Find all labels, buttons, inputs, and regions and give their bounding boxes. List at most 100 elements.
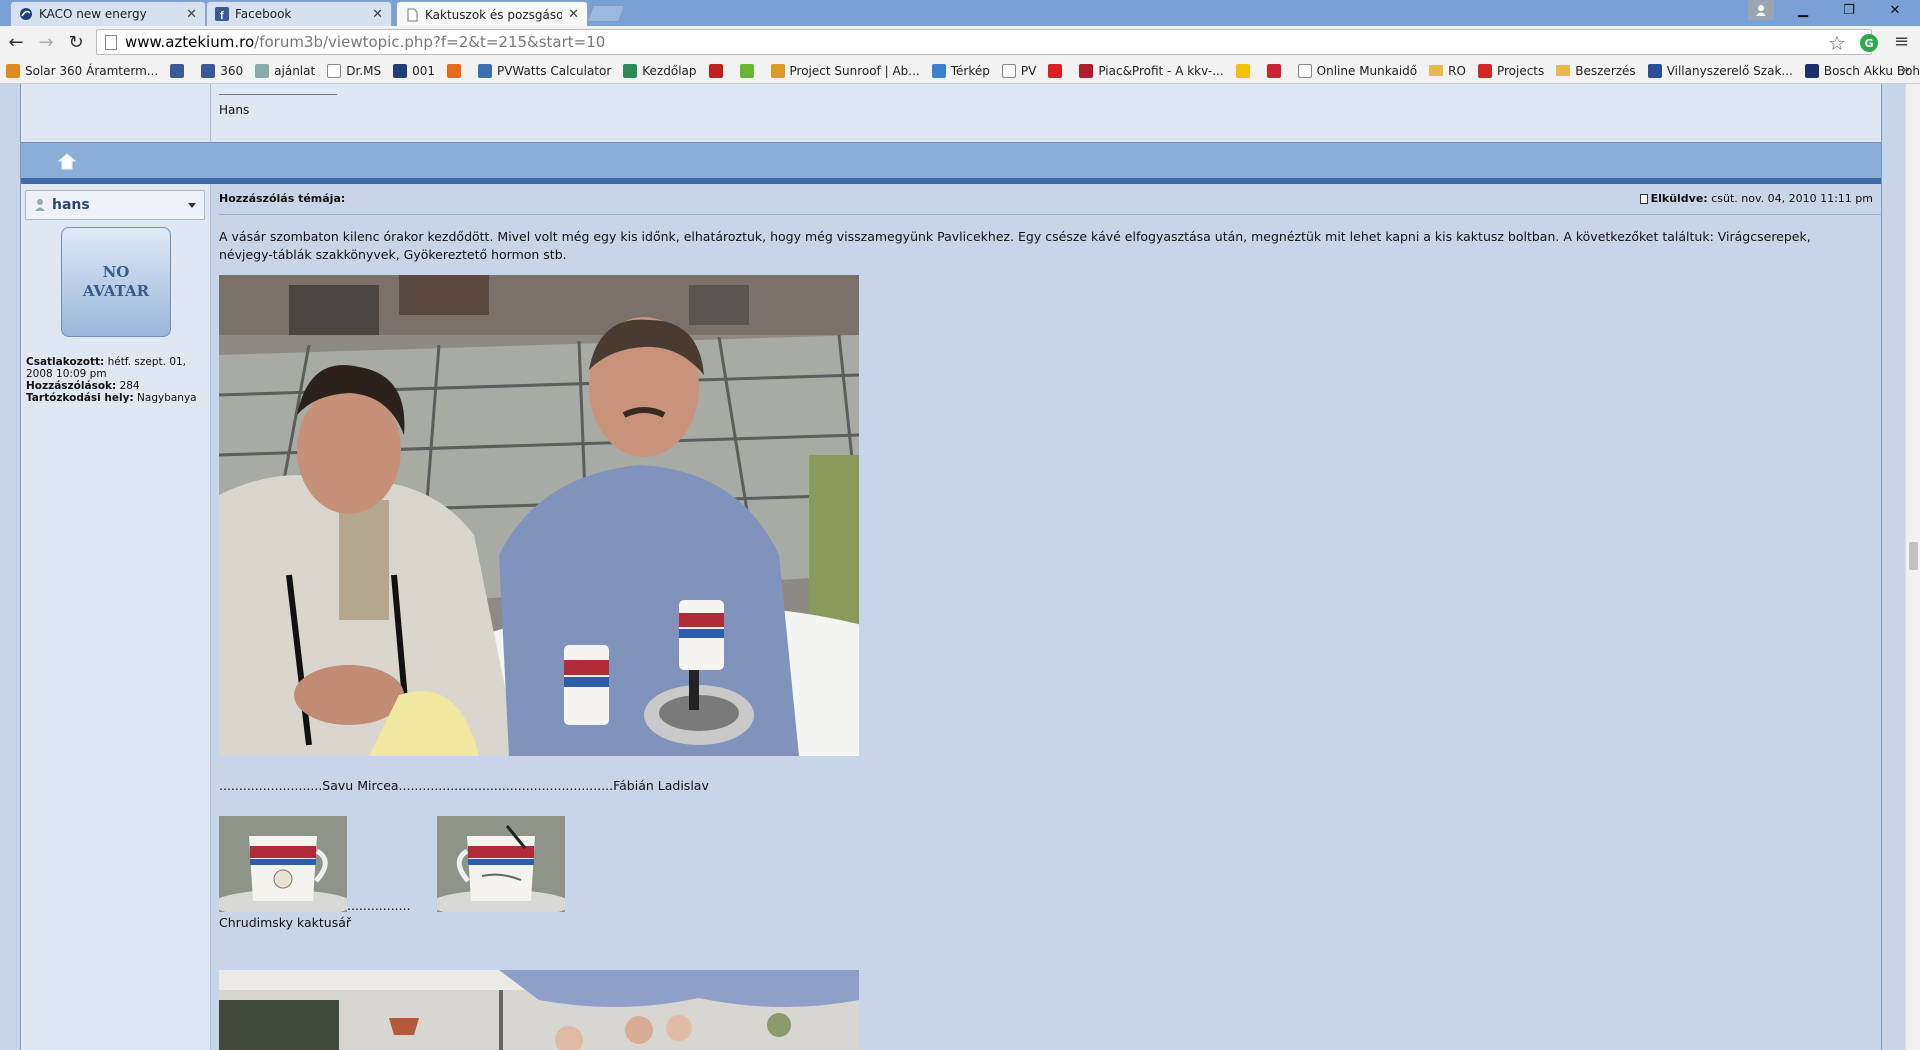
photo-two-men-coffee[interactable] xyxy=(219,275,859,756)
eye-icon xyxy=(1477,63,1492,78)
bookmark-item[interactable] xyxy=(739,63,759,78)
bookmark-label: Térkép xyxy=(950,63,990,78)
bookmark-star-icon[interactable]: ☆ xyxy=(1828,31,1846,55)
bookmark-item[interactable]: PVWatts Calculator xyxy=(477,63,611,78)
tab-label: KACO new energy xyxy=(39,7,147,21)
reload-icon[interactable]: ↻ xyxy=(64,30,88,54)
posts-label: Hozzászólások: xyxy=(26,380,117,392)
browser-toolbar: ← → ↻ www.aztekium.ro/forum3b/viewtopic.… xyxy=(0,26,1920,58)
bookmark-label: Kezdőlap xyxy=(642,63,697,78)
photo-mug-back[interactable] xyxy=(437,816,565,912)
photo-caption: ..........................Savu Mircea...… xyxy=(219,778,709,793)
p-icon xyxy=(1048,63,1063,78)
extension-icon[interactable]: G xyxy=(1860,34,1878,52)
bookmark-item[interactable] xyxy=(708,63,728,78)
back-icon[interactable]: ← xyxy=(4,30,28,54)
page-icon xyxy=(105,34,117,50)
map-icon xyxy=(931,63,946,78)
page-scrollbar[interactable] xyxy=(1905,84,1920,1050)
username: hans xyxy=(52,197,90,213)
location-value: Nagybanya xyxy=(137,392,197,404)
pacman-icon xyxy=(1235,63,1250,78)
url-path: /forum3b/viewtopic.php?f=2&t=215&start=1… xyxy=(254,33,606,51)
search-icon xyxy=(770,63,785,78)
tab-kaktuszok[interactable]: Kaktuszok és pozsgások - ✕ xyxy=(396,1,588,27)
post-divider xyxy=(219,214,1881,215)
bookmark-item[interactable] xyxy=(1235,63,1255,78)
window-close-icon[interactable]: ✕ xyxy=(1872,0,1918,20)
bookmark-item[interactable] xyxy=(1266,63,1286,78)
bookmark-label: PV xyxy=(1020,63,1037,78)
bookmark-item[interactable]: 360 xyxy=(201,63,244,78)
bookmark-item[interactable]: Piac&Profit - A kkv-... xyxy=(1079,63,1224,78)
kaco-icon xyxy=(393,63,408,78)
bookmark-item[interactable]: Kezdőlap xyxy=(623,63,697,78)
bookmark-item[interactable]: PV xyxy=(1001,63,1037,78)
vf-icon xyxy=(1647,63,1662,78)
photo-cactus-shop[interactable] xyxy=(219,970,859,1050)
bookmark-item[interactable]: Online Munkaidő xyxy=(1297,63,1418,78)
post-separator-bar xyxy=(21,142,1881,180)
bookmark-item[interactable]: RO xyxy=(1429,64,1466,78)
page-icon xyxy=(1297,63,1312,78)
photo-mug-front[interactable] xyxy=(219,816,347,912)
restore-icon[interactable]: ❐ xyxy=(1826,0,1872,20)
posts-value: 284 xyxy=(119,380,140,392)
bookmark-label: Beszerzés xyxy=(1575,63,1636,78)
bookmark-item[interactable]: ajánlat xyxy=(255,63,316,78)
bookmark-item[interactable] xyxy=(1048,63,1067,78)
bookmark-item[interactable]: Dr.MS xyxy=(327,63,381,78)
forward-icon[interactable]: → xyxy=(34,30,58,54)
bosch-icon xyxy=(1804,63,1819,78)
new-tab-button[interactable] xyxy=(586,5,626,22)
tab-kaco[interactable]: KACO new energy ✕ xyxy=(10,1,206,26)
minimize-icon[interactable]: ▁ xyxy=(1780,0,1826,20)
bookmarks-bar: Solar 360 Áramterm... 360 ajánlat Dr.MS 001 P… xyxy=(0,58,1920,84)
bookmark-item[interactable]: Térkép xyxy=(931,63,990,78)
signature: Hans xyxy=(219,103,250,117)
opera-icon xyxy=(1266,63,1281,78)
scrollbar-thumb[interactable] xyxy=(1909,542,1918,570)
kaco-icon xyxy=(19,7,33,21)
thumbnail-separator: ................ xyxy=(347,898,411,913)
svg-text:f: f xyxy=(220,10,224,21)
page-icon xyxy=(405,8,419,22)
bookmark-label: Piac&Profit - A kkv-... xyxy=(1098,63,1224,78)
page-icon xyxy=(327,63,342,78)
bookmark-label: ajánlat xyxy=(274,63,316,78)
post-timestamp[interactable]: Elküldve: csüt. nov. 04, 2010 11:11 pm xyxy=(1639,192,1873,205)
facebook-icon xyxy=(201,63,216,78)
address-bar[interactable]: www.aztekium.ro/forum3b/viewtopic.php?f=… xyxy=(96,29,1872,55)
close-icon[interactable]: ✕ xyxy=(372,7,383,22)
bookmark-item[interactable] xyxy=(170,63,189,78)
bookmarks-overflow-icon[interactable]: » xyxy=(1901,62,1910,78)
bookmark-item[interactable]: Projects xyxy=(1477,63,1544,78)
refresh-icon xyxy=(623,63,638,78)
profile-info: Csatlakozott: hétf. szept. 01, 2008 10:0… xyxy=(26,356,208,404)
username-dropdown[interactable]: hans xyxy=(25,190,205,220)
close-icon[interactable]: ✕ xyxy=(186,7,197,22)
close-icon[interactable]: ✕ xyxy=(568,7,579,22)
bookmark-label: 360 xyxy=(220,63,244,78)
tab-facebook[interactable]: f Facebook ✕ xyxy=(206,1,392,26)
bookmark-item[interactable]: Villanyszerelő Szak... xyxy=(1647,63,1793,78)
bookmark-item[interactable] xyxy=(446,63,466,78)
facebook-icon: f xyxy=(215,7,229,21)
url-host: www.aztekium.ro xyxy=(125,33,255,51)
post-subject-label: Hozzászólás témája: xyxy=(219,192,346,205)
bookmark-item[interactable]: Solar 360 Áramterm... xyxy=(6,63,158,78)
gear-icon xyxy=(255,63,270,78)
post-author-column: hans NO AVATAR Csatlakozott: hétf. szept.… xyxy=(21,184,211,1050)
bookmark-item[interactable]: Beszerzés xyxy=(1556,63,1636,78)
bookmark-label: Online Munkaidő xyxy=(1316,63,1418,78)
profile-icon[interactable] xyxy=(1748,0,1774,20)
solar-icon xyxy=(6,63,20,78)
bookmark-item[interactable]: 001 xyxy=(393,63,435,78)
menu-icon[interactable]: ≡ xyxy=(1894,31,1909,52)
bookmark-item[interactable]: Project Sunroof | Ab... xyxy=(770,63,920,78)
tab-strip: KACO new energy ✕ f Facebook ✕ Kaktuszok… xyxy=(0,0,1920,27)
home-icon[interactable] xyxy=(57,152,77,172)
tab-label: Facebook xyxy=(235,7,292,21)
bookmark-label: 001 xyxy=(412,63,435,78)
previous-post-author-column xyxy=(21,84,211,142)
